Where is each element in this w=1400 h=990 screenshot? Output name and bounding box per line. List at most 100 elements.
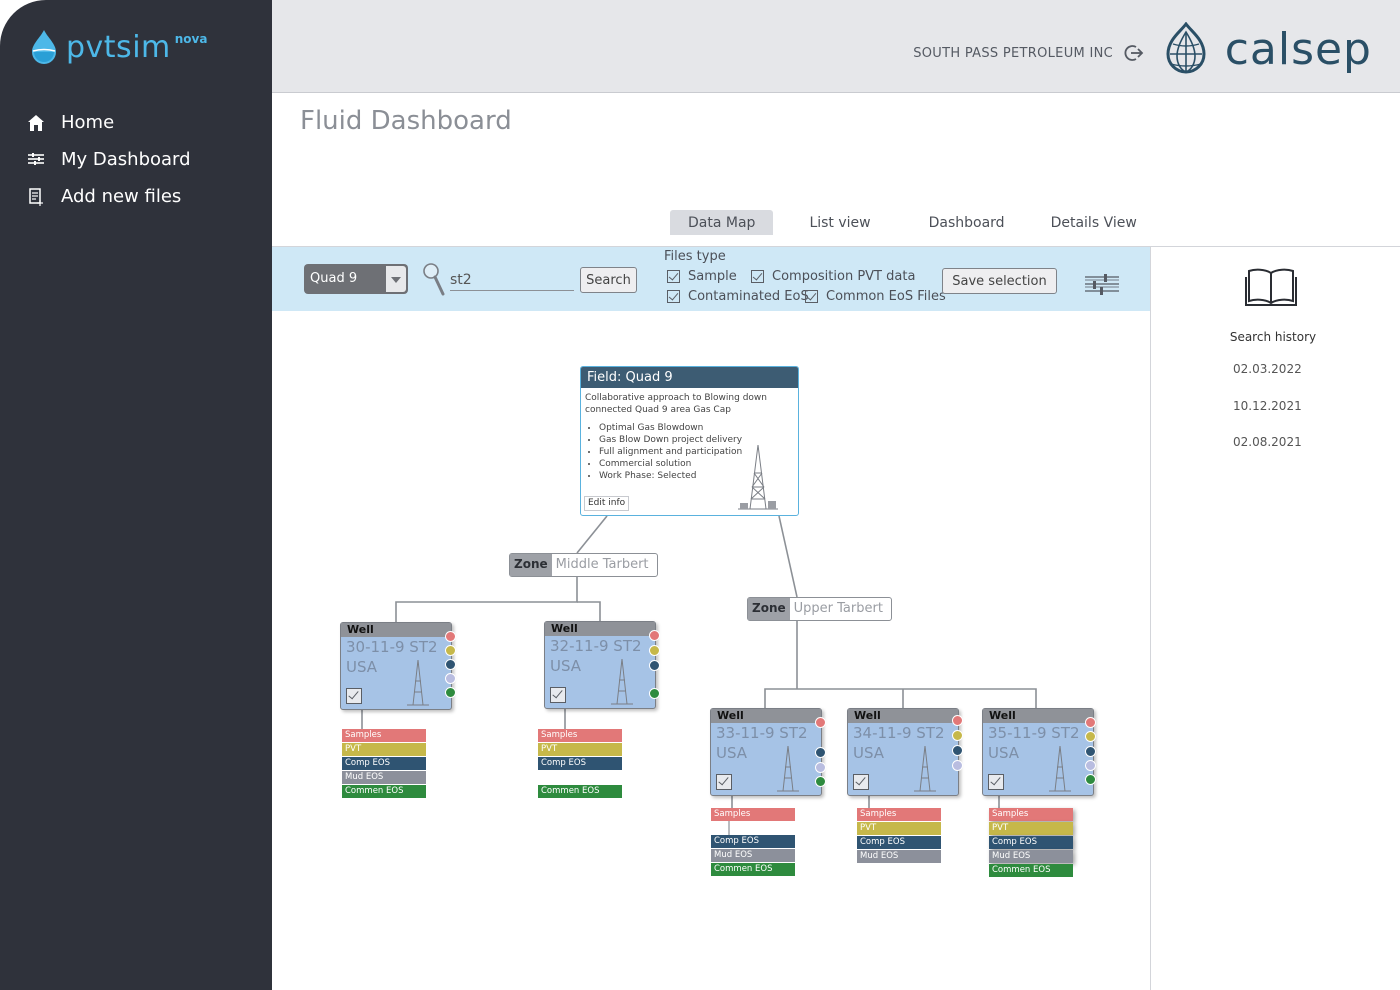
file-tag-pvt[interactable]: PVT: [342, 743, 426, 756]
search-input[interactable]: [450, 269, 574, 291]
commen-status-dot: [445, 687, 456, 698]
well-tag: Well: [711, 709, 821, 723]
files-type-label: Files type: [664, 249, 726, 264]
file-tag-commen-eos[interactable]: Commen EOS: [538, 785, 622, 798]
well-checkbox[interactable]: [853, 774, 869, 790]
well-card[interactable]: Well 35-11-9 ST2 USA: [982, 708, 1096, 796]
well-tag: Well: [341, 623, 451, 637]
well-country: USA: [346, 658, 378, 676]
history-item[interactable]: 10.12.2021: [1233, 399, 1302, 413]
comp-status-dot: [815, 747, 826, 758]
well-card[interactable]: Well 33-11-9 ST2 USA: [710, 708, 826, 796]
checkbox-box[interactable]: [805, 290, 818, 303]
logout-icon[interactable]: [1124, 44, 1144, 62]
sidebar-item-my-dashboard[interactable]: My Dashboard: [26, 141, 191, 178]
well-checkbox[interactable]: [716, 774, 732, 790]
field-select-value: Quad 9: [310, 271, 358, 286]
history-item[interactable]: 02.03.2022: [1233, 362, 1302, 376]
oil-rig-icon: [407, 659, 429, 706]
file-tag-pvt[interactable]: PVT: [857, 822, 941, 835]
comp-status-dot: [1085, 746, 1096, 757]
sidebar-item-home[interactable]: Home: [26, 104, 191, 141]
well-checkbox[interactable]: [346, 688, 362, 704]
oil-rig-icon: [914, 745, 936, 792]
well-name: 34-11-9 ST2: [853, 724, 945, 742]
checkbox-composition-pvt[interactable]: Composition PVT data: [751, 269, 915, 284]
search-icon: [423, 263, 445, 296]
book-icon: [1245, 268, 1297, 306]
filter-bar: Quad 9 Search Files type Sample Composit…: [272, 247, 1150, 311]
chevron-down-icon[interactable]: [386, 266, 406, 292]
tab-data-map[interactable]: Data Map: [670, 210, 774, 235]
app-superscript: nova: [174, 32, 208, 46]
samples-status-dot: [952, 715, 963, 726]
checkbox-box[interactable]: [667, 270, 680, 283]
file-tag-commen-eos[interactable]: Commen EOS: [989, 864, 1073, 877]
file-tag-comp-eos[interactable]: Comp EOS: [857, 836, 941, 849]
sidebar-item-label: My Dashboard: [61, 149, 191, 170]
filter-settings-icon[interactable]: [1084, 273, 1120, 295]
field-card[interactable]: Field: Quad 9 Collaborative approach to …: [580, 366, 799, 516]
checkbox-common-eos[interactable]: Common EoS Files: [805, 289, 946, 304]
pvtsim-logo[interactable]: pvtsim nova: [28, 28, 207, 66]
file-tag-samples[interactable]: Samples: [538, 729, 622, 742]
file-tag-samples[interactable]: Samples: [342, 729, 426, 742]
tab-details-view[interactable]: Details View: [1033, 210, 1155, 235]
tab-list-view[interactable]: List view: [791, 210, 888, 235]
well-card[interactable]: Well 32-11-9 ST2 USA: [544, 621, 660, 709]
checkbox-box[interactable]: [667, 290, 680, 303]
save-selection-button[interactable]: Save selection: [942, 268, 1057, 294]
well-card[interactable]: Well 30-11-9 ST2 USA: [340, 622, 456, 710]
page-title: Fluid Dashboard: [300, 106, 512, 136]
file-tag-mud-eos[interactable]: Mud EOS: [857, 850, 941, 863]
file-tag-samples[interactable]: Samples: [711, 808, 795, 821]
file-tag-comp-eos[interactable]: Comp EOS: [342, 757, 426, 770]
search-history-title: Search history: [1229, 330, 1317, 344]
well-card[interactable]: Well 34-11-9 ST2 USA: [847, 708, 963, 796]
pvt-status-dot: [952, 730, 963, 741]
file-tag-pvt[interactable]: PVT: [538, 743, 622, 756]
commen-status-dot: [815, 776, 826, 787]
zone-middle-tarbert[interactable]: Zone Middle Tarbert: [509, 553, 658, 577]
edit-info-button[interactable]: Edit info: [584, 496, 630, 511]
file-tag-comp-eos[interactable]: Comp EOS: [711, 835, 795, 848]
checkbox-box[interactable]: [751, 270, 764, 283]
history-item[interactable]: 02.08.2021: [1233, 435, 1302, 449]
file-tag-mud-eos[interactable]: Mud EOS: [711, 849, 795, 862]
well-tag: Well: [983, 709, 1093, 723]
file-tag-comp-eos[interactable]: Comp EOS: [989, 836, 1073, 849]
zone-upper-tarbert[interactable]: Zone Upper Tarbert: [747, 597, 892, 621]
search-history-panel: Search history 02.03.2022 10.12.2021 02.…: [1150, 247, 1400, 990]
file-tag-samples[interactable]: Samples: [989, 808, 1073, 821]
top-bar: SOUTH PASS PETROLEUM INC calsep: [272, 0, 1400, 93]
add-file-icon: [26, 187, 46, 207]
mud-status-dot: [445, 673, 456, 684]
samples-status-dot: [1085, 717, 1096, 728]
oil-rig-icon: [777, 745, 799, 792]
file-tag-comp-eos[interactable]: Comp EOS: [538, 757, 622, 770]
checkbox-label: Composition PVT data: [772, 269, 916, 284]
sidebar-item-add-new-files[interactable]: Add new files: [26, 178, 191, 215]
well-checkbox[interactable]: [550, 687, 566, 703]
file-tag-samples[interactable]: Samples: [857, 808, 941, 821]
tab-dashboard[interactable]: Dashboard: [911, 210, 1023, 235]
checkbox-label: Common EoS Files: [826, 289, 946, 304]
field-select[interactable]: Quad 9: [304, 264, 408, 294]
file-tag-mud-eos[interactable]: Mud EOS: [342, 771, 426, 784]
file-tag-mud-eos[interactable]: Mud EOS: [989, 850, 1073, 863]
well-checkbox[interactable]: [988, 774, 1004, 790]
mud-status-dot: [1085, 760, 1096, 771]
file-tag-pvt[interactable]: PVT: [989, 822, 1073, 835]
company-name: SOUTH PASS PETROLEUM INC: [913, 46, 1113, 61]
checkbox-sample[interactable]: Sample: [667, 269, 737, 284]
field-description: Collaborative approach to Blowing down c…: [585, 393, 767, 415]
commen-status-dot: [649, 688, 660, 699]
file-tag-commen-eos[interactable]: Commen EOS: [342, 785, 426, 798]
sidebar-item-label: Add new files: [61, 186, 182, 207]
file-tag-commen-eos[interactable]: Commen EOS: [711, 863, 795, 876]
search-button[interactable]: Search: [580, 267, 637, 293]
checkbox-contaminated-eos[interactable]: Contaminated EoS: [667, 289, 809, 304]
samples-status-dot: [815, 717, 826, 728]
samples-status-dot: [649, 630, 660, 641]
pvt-status-dot: [445, 645, 456, 656]
